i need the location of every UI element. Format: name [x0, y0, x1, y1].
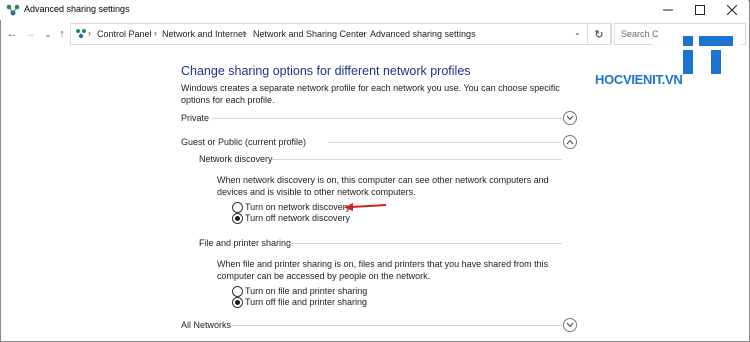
collapse-guest-public-button[interactable] — [563, 135, 577, 149]
minimize-icon — [663, 9, 673, 11]
breadcrumb-advanced-sharing-settings[interactable]: Advanced sharing settings — [370, 29, 476, 39]
breadcrumb-separator-icon: › — [154, 28, 157, 38]
chevron-down-icon: ⌄ — [44, 29, 52, 39]
minimize-button[interactable] — [652, 0, 684, 20]
control-panel-icon — [76, 29, 86, 39]
red-arrow-icon — [344, 203, 387, 211]
turn-on-file-printer-sharing-radio[interactable] — [232, 286, 243, 297]
profile-guest-public-label[interactable]: Guest or Public (current profile) — [181, 137, 306, 147]
network-icon — [6, 4, 20, 16]
expand-all-networks-button[interactable] — [563, 318, 577, 332]
breadcrumb-network-and-internet[interactable]: Network and Internet — [162, 29, 246, 39]
watermark-text: HOCVIENIT.VN — [595, 72, 683, 87]
back-arrow-icon: ← — [6, 28, 18, 40]
turn-on-network-discovery-label[interactable]: Turn on network discovery — [245, 202, 350, 212]
file-printer-sharing-description: When file and printer sharing is on, fil… — [217, 259, 549, 281]
maximize-icon — [695, 5, 705, 15]
refresh-button[interactable]: ↻ — [587, 23, 611, 45]
forward-button[interactable]: → — [22, 26, 38, 42]
file-printer-sharing-title: File and printer sharing — [199, 238, 292, 248]
refresh-icon: ↻ — [594, 28, 604, 41]
breadcrumb-separator-icon: › — [361, 28, 364, 38]
breadcrumb-control-panel[interactable]: Control Panel — [97, 29, 152, 39]
turn-off-network-discovery-label[interactable]: Turn off network discovery — [245, 213, 350, 223]
chevron-up-icon — [566, 139, 574, 145]
network-discovery-description: When network discovery is on, this compu… — [217, 175, 549, 197]
divider — [328, 142, 562, 143]
address-dropdown-icon[interactable]: ⌄ — [574, 28, 581, 37]
turn-off-network-discovery-radio[interactable] — [232, 213, 243, 224]
divider — [272, 159, 562, 160]
breadcrumb-separator-icon: › — [244, 28, 247, 38]
address-bar[interactable]: › Control Panel › Network and Internet ›… — [70, 23, 612, 45]
chevron-down-icon — [566, 322, 574, 328]
up-button[interactable]: ↑ — [54, 26, 70, 42]
maximize-button[interactable] — [684, 0, 716, 20]
page-description: Windows creates a separate network profi… — [181, 83, 560, 105]
chevron-down-icon — [566, 115, 574, 121]
back-button[interactable]: ← — [4, 26, 20, 42]
hocvienit-logo — [653, 36, 741, 76]
divider — [288, 243, 562, 244]
up-arrow-icon: ↑ — [59, 28, 65, 40]
profile-private-label[interactable]: Private — [181, 113, 209, 123]
window-frame — [0, 0, 750, 342]
network-discovery-title: Network discovery — [199, 154, 273, 164]
close-icon — [727, 5, 737, 15]
turn-off-file-printer-sharing-radio[interactable] — [232, 297, 243, 308]
turn-on-network-discovery-radio[interactable] — [232, 202, 243, 213]
divider — [232, 325, 562, 326]
breadcrumb-network-and-sharing-center[interactable]: Network and Sharing Center — [253, 29, 367, 39]
forward-arrow-icon: → — [24, 28, 36, 40]
title-bar: Advanced sharing settings — [0, 0, 748, 20]
divider — [212, 118, 562, 119]
breadcrumb-separator-icon: › — [88, 28, 91, 38]
expand-private-button[interactable] — [563, 111, 577, 125]
window-title: Advanced sharing settings — [24, 4, 130, 14]
profile-all-networks-label[interactable]: All Networks — [181, 320, 231, 330]
page-title: Change sharing options for different net… — [181, 64, 471, 78]
close-button[interactable] — [716, 0, 748, 20]
turn-on-file-printer-sharing-label[interactable]: Turn on file and printer sharing — [245, 286, 367, 296]
turn-off-file-printer-sharing-label[interactable]: Turn off file and printer sharing — [245, 297, 367, 307]
